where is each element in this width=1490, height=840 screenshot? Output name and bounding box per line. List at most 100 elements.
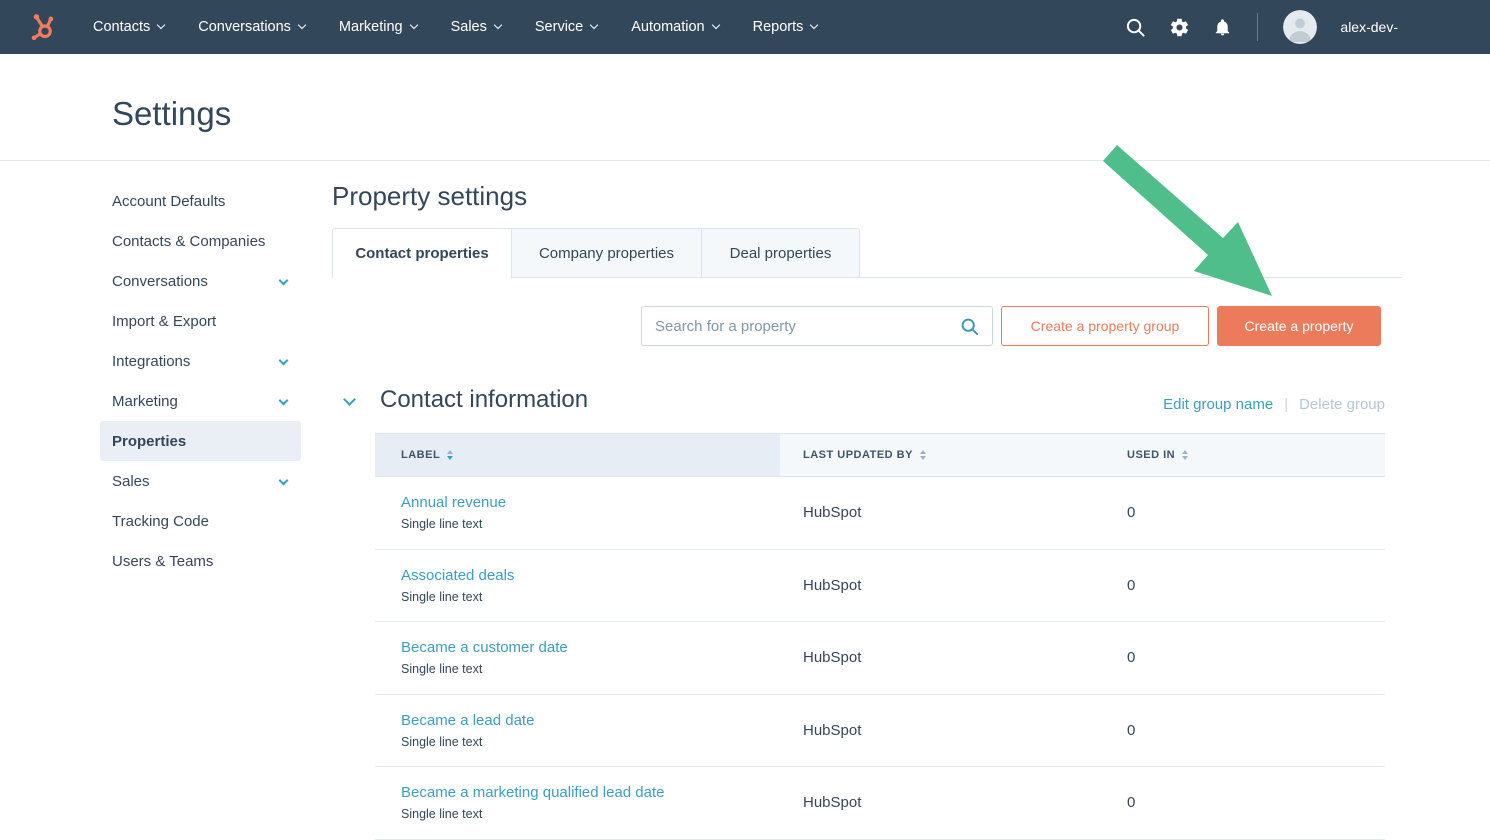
column-header-used-in[interactable]: USED IN: [1074, 434, 1188, 476]
header-divider: [0, 160, 1490, 161]
properties-table: LABEL LAST UPDATED BY USED IN Annual rev…: [375, 433, 1385, 840]
nav-item-label: Reports: [753, 19, 804, 35]
sidebar-item-label: Conversations: [112, 273, 208, 290]
column-header-text: USED IN: [1127, 449, 1175, 461]
sidebar-item-label: Sales: [112, 473, 150, 490]
chevron-down-icon: [810, 21, 818, 29]
property-link[interactable]: Became a lead date: [401, 712, 780, 729]
nav-item-conversations[interactable]: Conversations: [198, 19, 305, 35]
sidebar-item-conversations[interactable]: Conversations: [100, 261, 301, 301]
property-type: Single line text: [401, 735, 780, 749]
username[interactable]: alex-dev-: [1340, 19, 1398, 35]
sidebar-item-account-defaults[interactable]: Account Defaults: [100, 181, 301, 221]
page-title: Settings: [112, 95, 231, 133]
search-input[interactable]: [655, 318, 960, 335]
column-header-label[interactable]: LABEL: [375, 434, 780, 476]
used-in-cell: 0: [1074, 649, 1135, 666]
sidebar-item-label: Tracking Code: [112, 513, 209, 530]
avatar[interactable]: [1283, 10, 1317, 44]
sort-icon[interactable]: [447, 450, 453, 460]
table-row: Became a lead date Single line text HubS…: [375, 695, 1385, 768]
nav-item-sales[interactable]: Sales: [451, 19, 501, 35]
updated-by-cell: HubSpot: [780, 649, 1074, 666]
nav-item-label: Sales: [451, 19, 487, 35]
used-in-cell: 0: [1074, 722, 1135, 739]
nav-item-reports[interactable]: Reports: [753, 19, 818, 35]
sidebar-item-marketing[interactable]: Marketing: [100, 381, 301, 421]
sidebar-item-label: Properties: [112, 433, 186, 450]
sidebar-item-properties[interactable]: Properties: [100, 421, 301, 461]
nav-item-marketing[interactable]: Marketing: [339, 19, 417, 35]
sidebar-item-contacts-companies[interactable]: Contacts & Companies: [100, 221, 301, 261]
property-type: Single line text: [401, 517, 780, 531]
sidebar-item-label: Contacts & Companies: [112, 233, 265, 250]
sidebar-item-sales[interactable]: Sales: [100, 461, 301, 501]
chevron-down-icon: [279, 275, 289, 285]
top-nav: Contacts Conversations Marketing Sales S…: [0, 0, 1490, 54]
sidebar-item-integrations[interactable]: Integrations: [100, 341, 301, 381]
delete-group-link[interactable]: Delete group: [1299, 396, 1385, 413]
tab-contact-properties[interactable]: Contact properties: [332, 228, 512, 279]
chevron-down-icon: [279, 395, 289, 405]
sidebar-item-import-export[interactable]: Import & Export: [100, 301, 301, 341]
nav-item-service[interactable]: Service: [535, 19, 597, 35]
sidebar-item-users-teams[interactable]: Users & Teams: [100, 541, 301, 581]
search-icon[interactable]: [960, 317, 979, 336]
sidebar-item-tracking-code[interactable]: Tracking Code: [100, 501, 301, 541]
table-row: Associated deals Single line text HubSpo…: [375, 550, 1385, 623]
property-search: [641, 306, 993, 346]
gear-icon[interactable]: [1169, 17, 1190, 38]
property-type: Single line text: [401, 807, 780, 821]
sort-icon[interactable]: [1182, 450, 1188, 460]
chevron-down-icon: [494, 21, 502, 29]
chevron-down-icon: [409, 21, 417, 29]
chevron-down-icon: [279, 355, 289, 365]
used-in-cell: 0: [1074, 577, 1135, 594]
tab-company-properties[interactable]: Company properties: [512, 228, 702, 278]
nav-divider: [1257, 13, 1258, 41]
column-header-last-updated-by[interactable]: LAST UPDATED BY: [780, 434, 1074, 476]
sidebar-item-label: Users & Teams: [112, 553, 213, 570]
chevron-down-icon: [590, 21, 598, 29]
chevron-down-icon: [157, 21, 165, 29]
nav-item-label: Contacts: [93, 19, 150, 35]
nav-item-contacts[interactable]: Contacts: [93, 19, 164, 35]
property-link[interactable]: Annual revenue: [401, 494, 780, 511]
edit-group-name-link[interactable]: Edit group name: [1163, 396, 1273, 413]
bell-icon[interactable]: [1213, 17, 1232, 38]
property-link[interactable]: Became a customer date: [401, 639, 780, 656]
column-header-text: LAST UPDATED BY: [803, 449, 913, 461]
section-heading: Property settings: [332, 181, 527, 212]
property-tabs: Contact properties Company properties De…: [332, 228, 860, 279]
table-row: Annual revenue Single line text HubSpot …: [375, 477, 1385, 550]
create-property-group-button[interactable]: Create a property group: [1001, 306, 1209, 346]
property-link[interactable]: Became a marketing qualified lead date: [401, 784, 780, 801]
column-header-text: LABEL: [401, 449, 440, 461]
property-link[interactable]: Associated deals: [401, 567, 780, 584]
search-icon[interactable]: [1125, 17, 1146, 38]
sidebar-item-label: Account Defaults: [112, 193, 225, 210]
chevron-down-icon: [711, 21, 719, 29]
updated-by-cell: HubSpot: [780, 504, 1074, 521]
chevron-down-icon: [279, 475, 289, 485]
used-in-cell: 0: [1074, 504, 1135, 521]
nav-menu: Contacts Conversations Marketing Sales S…: [93, 19, 817, 35]
tab-deal-properties[interactable]: Deal properties: [702, 228, 860, 278]
link-separator: |: [1284, 396, 1288, 413]
table-header-row: LABEL LAST UPDATED BY USED IN: [375, 433, 1385, 477]
sidebar-item-label: Integrations: [112, 353, 190, 370]
create-property-button[interactable]: Create a property: [1217, 306, 1381, 346]
sort-icon[interactable]: [920, 450, 926, 460]
collapse-group-chevron-icon[interactable]: [343, 393, 356, 406]
nav-item-label: Service: [535, 19, 583, 35]
sidebar-item-label: Marketing: [112, 393, 178, 410]
settings-sidebar: Account Defaults Contacts & Companies Co…: [100, 181, 301, 581]
hubspot-logo-icon[interactable]: [27, 11, 57, 44]
nav-item-automation[interactable]: Automation: [631, 19, 718, 35]
used-in-cell: 0: [1074, 794, 1135, 811]
table-row: Became a marketing qualified lead date S…: [375, 767, 1385, 840]
group-title: Contact information: [380, 386, 588, 414]
nav-item-label: Conversations: [198, 19, 291, 35]
property-type: Single line text: [401, 662, 780, 676]
table-row: Became a customer date Single line text …: [375, 622, 1385, 695]
